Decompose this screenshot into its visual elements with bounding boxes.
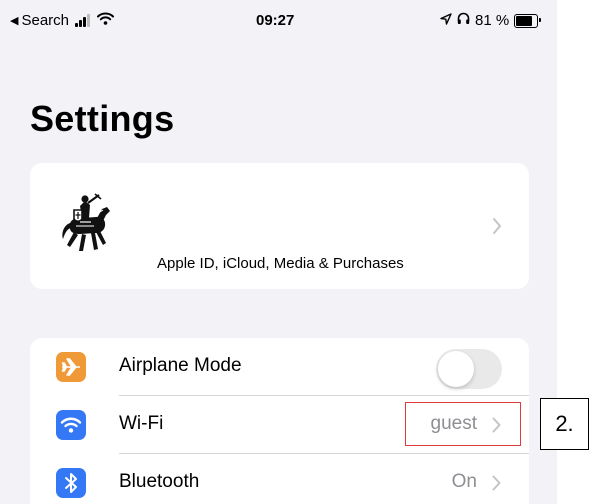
bluetooth-row[interactable]: Bluetooth On	[30, 454, 529, 504]
headphones-icon	[457, 12, 470, 29]
wifi-icon	[56, 410, 86, 440]
back-arrow-icon: ◀	[10, 15, 19, 27]
bluetooth-icon	[56, 468, 86, 498]
back-to-search[interactable]: ◀ Search	[10, 12, 114, 29]
wifi-value-highlight	[405, 402, 521, 446]
chevron-right-icon	[492, 475, 501, 491]
apple-id-card[interactable]: Apple ID, iCloud, Media & Purchases	[30, 163, 529, 289]
airplane-icon	[56, 352, 86, 382]
back-label: Search	[21, 12, 69, 29]
chevron-right-icon	[493, 218, 501, 234]
status-right: 81 %	[440, 12, 543, 29]
airplane-mode-toggle[interactable]	[436, 349, 502, 389]
airplane-mode-row[interactable]: Airplane Mode	[30, 338, 529, 396]
battery-level	[516, 15, 533, 26]
toggle-knob	[438, 351, 474, 387]
airplane-mode-label: Airplane Mode	[119, 355, 242, 376]
knight-emblem-icon	[58, 193, 116, 255]
apple-id-caption: Apple ID, iCloud, Media & Purchases	[157, 255, 404, 272]
battery-percent: 81 %	[475, 12, 510, 29]
status-bar: ◀ Search 09:27 81 %	[0, 0, 557, 44]
page-title: Settings	[30, 98, 175, 139]
wifi-status-icon	[97, 12, 114, 29]
bluetooth-label: Bluetooth	[119, 471, 200, 492]
battery-icon	[514, 13, 542, 28]
bluetooth-status-value: On	[451, 471, 477, 492]
step-number-callout: 2.	[540, 398, 589, 450]
wifi-label: Wi-Fi	[119, 413, 164, 434]
location-arrow-icon	[440, 12, 452, 29]
cellular-signal-icon	[75, 14, 91, 27]
status-time: 09:27	[256, 12, 295, 29]
